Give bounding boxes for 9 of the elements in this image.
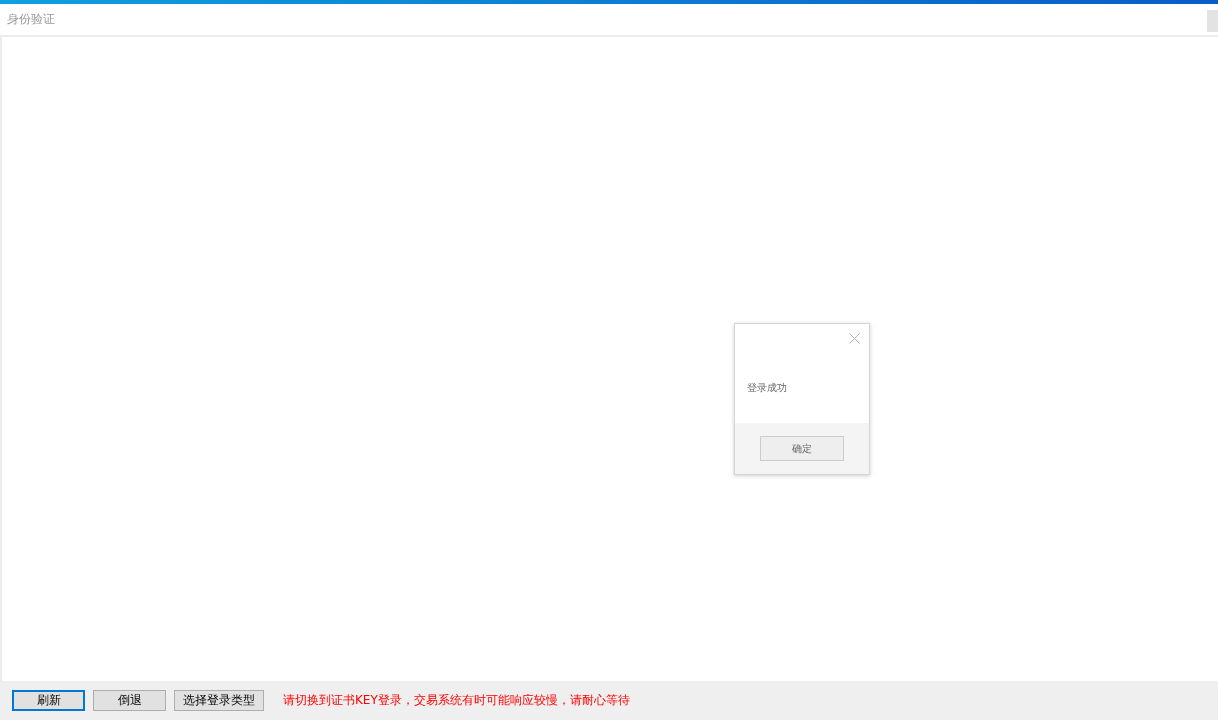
toolbar-button[interactable]: 刷新 xyxy=(12,690,85,711)
toolbar-button[interactable]: 倒退 xyxy=(93,690,166,711)
confirm-button[interactable]: 确定 xyxy=(760,436,844,461)
dialog-message: 登录成功 xyxy=(747,381,788,395)
notice-text: 请切换到证书KEY登录，交易系统有时可能响应较慢，请耐心等待 xyxy=(283,692,630,709)
corner-button[interactable] xyxy=(1207,9,1218,32)
close-icon[interactable] xyxy=(849,333,860,344)
window-title: 身份验证 xyxy=(7,11,55,28)
toolbar-button[interactable]: 选择登录类型 xyxy=(174,690,264,711)
